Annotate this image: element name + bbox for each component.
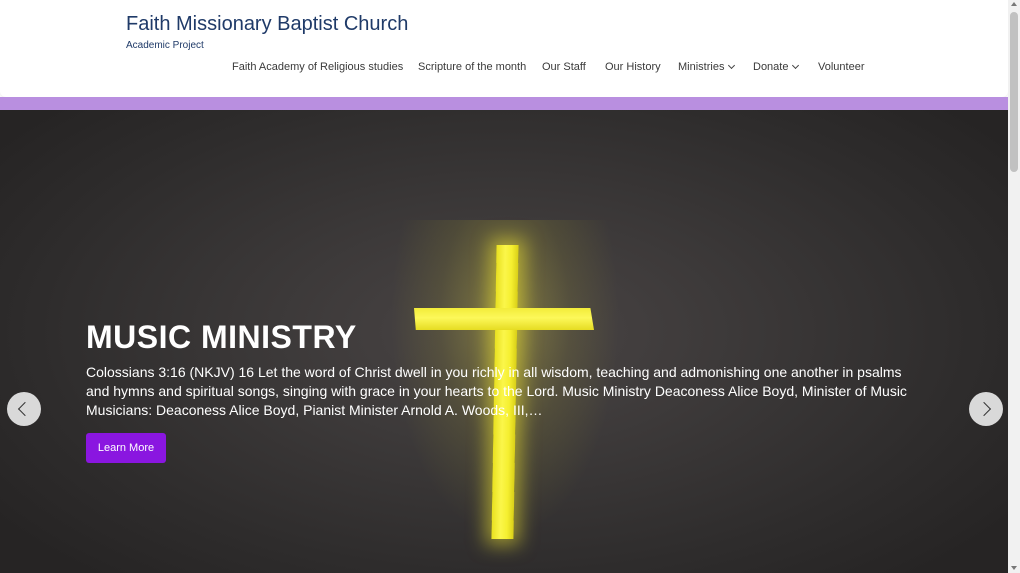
- slide-title: MUSIC MINISTRY: [86, 319, 357, 355]
- nav-item-label: Our Staff: [542, 61, 586, 73]
- slider-prev-button[interactable]: [7, 392, 41, 426]
- hero-slider: MUSIC MINISTRY Colossians 3:16 (NKJV) 16…: [0, 110, 1008, 573]
- site-title[interactable]: Faith Missionary Baptist Church: [126, 13, 408, 36]
- nav-item-our-staff[interactable]: Our Staff: [542, 61, 586, 73]
- slide-excerpt: Colossians 3:16 (NKJV) 16 Let the word o…: [86, 364, 907, 418]
- scroll-down-icon[interactable]: [1011, 566, 1017, 570]
- nav-item-label: Scripture of the month: [418, 61, 527, 73]
- site-tagline: Academic Project: [126, 40, 204, 51]
- slider-next-button[interactable]: [969, 392, 1003, 426]
- nav-item-ministries[interactable]: Ministries: [678, 61, 736, 73]
- chevron-down-icon: [792, 61, 800, 70]
- chevron-down-icon: [728, 61, 736, 70]
- nav-item-our-history[interactable]: Our History: [605, 61, 661, 73]
- nav-item-donate[interactable]: Donate: [753, 61, 800, 73]
- accent-band: [0, 97, 1008, 110]
- learn-more-button[interactable]: Learn More: [86, 433, 166, 463]
- nav-item-label: Ministries: [678, 61, 725, 73]
- page: Faith Missionary Baptist Church Academic…: [0, 0, 1008, 573]
- chevron-left-icon: [17, 401, 33, 417]
- nav-item-label: Donate: [753, 61, 789, 73]
- cross-image-horizontal: [414, 308, 594, 330]
- nav-item-label: Volunteer: [818, 61, 865, 73]
- nav-item-label: Faith Academy of Religious studies: [232, 61, 404, 73]
- nav-item-scripture[interactable]: Scripture of the month: [418, 61, 526, 73]
- scroll-up-icon[interactable]: [1011, 2, 1017, 6]
- chevron-right-icon: [976, 401, 992, 417]
- main-nav: Faith Academy of Religious studies Scrip…: [0, 61, 1008, 77]
- nav-item-volunteer[interactable]: Volunteer: [818, 61, 864, 73]
- nav-item-faith-academy[interactable]: Faith Academy of Religious studies: [232, 61, 403, 73]
- scrollbar[interactable]: [1008, 0, 1020, 573]
- site-header: Faith Missionary Baptist Church Academic…: [0, 0, 1008, 97]
- scrollbar-thumb[interactable]: [1010, 12, 1018, 172]
- nav-item-label: Our History: [605, 61, 661, 73]
